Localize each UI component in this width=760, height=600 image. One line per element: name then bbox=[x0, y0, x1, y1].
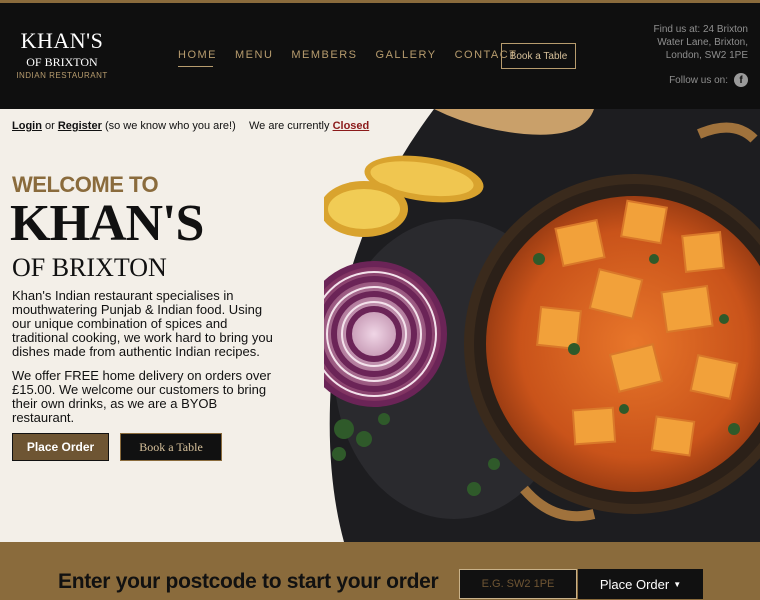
nav-item-menu[interactable]: MENU bbox=[235, 49, 273, 67]
postcode-heading: Enter your postcode to start your order bbox=[58, 570, 439, 593]
logo-tagline: INDIAN RESTAURANT bbox=[16, 71, 108, 80]
follow-us-label: Follow us on: bbox=[669, 74, 728, 86]
login-or: or bbox=[45, 120, 55, 132]
header-book-table-button[interactable]: Book a Table bbox=[501, 43, 576, 69]
postcode-place-order-button[interactable]: Place Order ▼ bbox=[578, 569, 703, 599]
address-text: Find us at: 24 Brixton Water Lane, Brixt… bbox=[653, 24, 749, 61]
logo[interactable]: KHAN'S OF BRIXTON INDIAN RESTAURANT bbox=[12, 28, 112, 81]
caret-down-icon: ▼ bbox=[673, 579, 682, 589]
open-status: We are currently Closed bbox=[249, 120, 369, 132]
login-suffix: (so we know who you are!) bbox=[104, 120, 236, 132]
place-order-button[interactable]: Place Order bbox=[12, 433, 109, 461]
book-table-button[interactable]: Book a Table bbox=[120, 433, 222, 461]
page-subtitle: OF BRIXTON bbox=[12, 253, 167, 282]
postcode-input[interactable] bbox=[459, 569, 577, 599]
curry-illustration bbox=[324, 109, 760, 542]
login-line: Login or Register (so we know who you ar… bbox=[12, 120, 236, 132]
status-badge[interactable]: Closed bbox=[333, 120, 370, 132]
facebook-icon[interactable]: f bbox=[734, 73, 748, 87]
nav-item-members[interactable]: MEMBERS bbox=[291, 49, 357, 67]
intro-paragraph: Khan's Indian restaurant specialises in … bbox=[12, 288, 273, 359]
register-link[interactable]: Register bbox=[58, 120, 102, 132]
site-header: KHAN'S OF BRIXTON INDIAN RESTAURANT HOME… bbox=[0, 3, 760, 109]
nav-item-home[interactable]: HOME bbox=[178, 49, 217, 67]
follow-us: Follow us on: f bbox=[669, 73, 748, 87]
page-title: KHAN'S bbox=[10, 195, 204, 252]
nav-item-gallery[interactable]: GALLERY bbox=[376, 49, 437, 67]
postcode-button-label: Place Order bbox=[599, 576, 670, 592]
login-link[interactable]: Login bbox=[12, 120, 42, 132]
hero-food-image bbox=[324, 109, 760, 542]
logo-sub: OF BRIXTON bbox=[26, 55, 98, 69]
status-prefix: We are currently bbox=[249, 120, 330, 132]
logo-main: KHAN'S bbox=[20, 28, 104, 53]
delivery-paragraph: We offer FREE home delivery on orders ov… bbox=[12, 368, 271, 425]
postcode-bar: Enter your postcode to start your order … bbox=[0, 542, 760, 600]
hero-content: Login or Register (so we know who you ar… bbox=[0, 109, 369, 542]
main-nav: HOME MENU MEMBERS GALLERY CONTACT bbox=[178, 49, 535, 67]
